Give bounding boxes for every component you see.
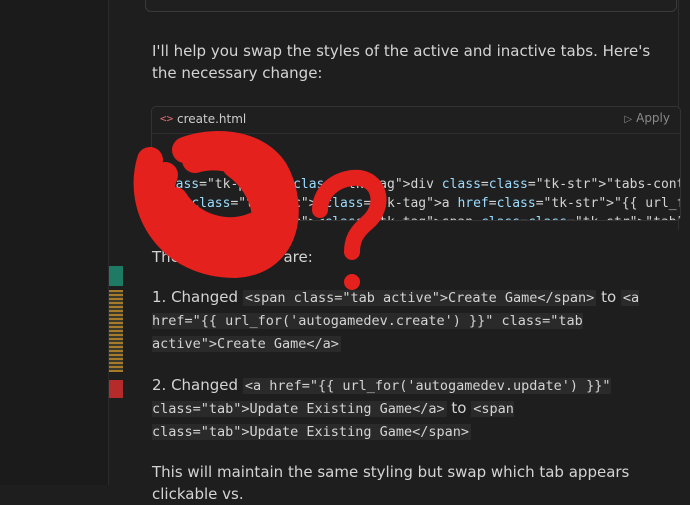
apply-button[interactable]: ▷ Apply [624, 111, 670, 125]
code-filename[interactable]: create.html [177, 112, 246, 126]
assistant-closing: This will maintain the same styling but … [152, 463, 630, 503]
code-block: <> create.html ▷ Apply class="tk-punc"><c… [151, 106, 681, 221]
change-prefix: 2. Changed [152, 376, 243, 394]
code-line: class="tk-punc"><class="tk-tag">span cla… [160, 213, 680, 220]
minimap[interactable] [108, 0, 125, 485]
code-block-header: <> create.html ▷ Apply [152, 107, 680, 134]
change-connector: to [446, 399, 472, 417]
code-lines: class="tk-punc"><class="tk-tag">div clas… [160, 175, 680, 220]
play-icon: ▷ [624, 114, 633, 125]
code-line: class="tk-punc"><class="tk-tag">div clas… [160, 177, 680, 192]
change-connector: to [596, 288, 621, 306]
code-file-icon: <> [160, 112, 174, 125]
minimap-marker [109, 290, 123, 372]
change-item-1: 1. Changed <span class="tab active">Crea… [152, 286, 662, 355]
inline-code: <span class="tab active">Create Game</sp… [242, 290, 597, 306]
minimap-marker [109, 266, 123, 286]
assistant-intro: I'll help you swap the styles of the act… [152, 42, 651, 82]
previous-message-box [145, 0, 677, 12]
key-changes-heading: The key changes are: [152, 248, 313, 266]
change-item-2: 2. Changed <a href="{{ url_for('autogame… [152, 374, 662, 443]
code-line: class="tk-punc"><class="tk-tag">a href=c… [191, 196, 680, 211]
code-content: class="tk-punc"><class="tk-tag">div clas… [160, 137, 680, 220]
change-prefix: 1. Changed [152, 288, 243, 306]
left-panel [0, 0, 110, 485]
minimap-marker [109, 380, 123, 398]
apply-label: Apply [636, 111, 670, 125]
